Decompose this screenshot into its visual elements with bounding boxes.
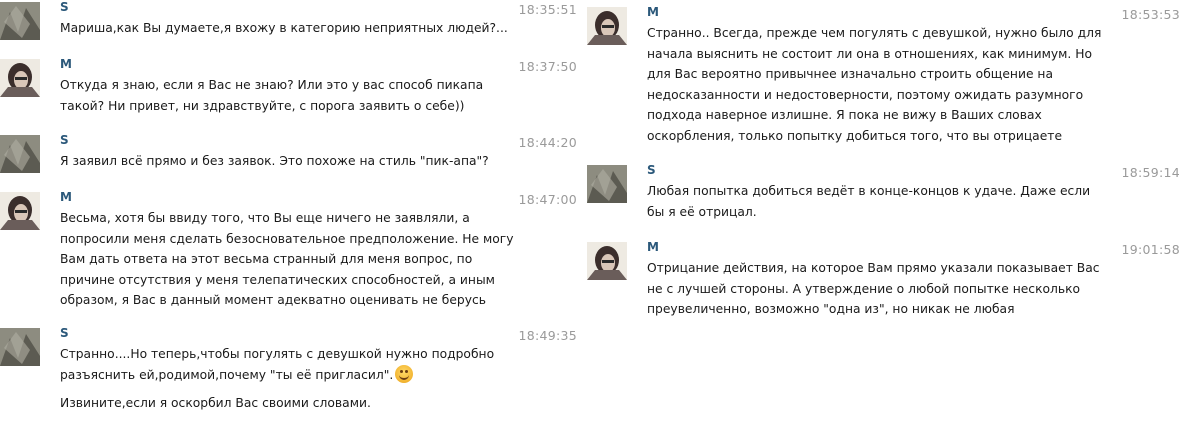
message-author[interactable]: M: [647, 5, 659, 19]
message-line: бы я её отрицал.: [647, 202, 1090, 223]
message-timestamp: 19:01:58: [1121, 242, 1180, 257]
message-line-text: Откуда я знаю, если я Вас не знаю? Или э…: [60, 78, 484, 92]
message-line-text: Мариша,как Вы думаете,я вхожу в категори…: [60, 21, 508, 35]
message-timestamp: 18:44:20: [518, 135, 577, 150]
message-line-text: образом, я Вас в данный момент адекватно…: [60, 293, 486, 307]
message-line: разъяснить ей,родимой,почему "ты её приг…: [60, 364, 494, 386]
message-text: Странно.. Всегда, прежде чем погулять с …: [647, 23, 1101, 146]
message-author[interactable]: M: [60, 57, 72, 71]
message-text: Отрицание действия, на которое Вам прямо…: [647, 258, 1100, 320]
avatar[interactable]: [587, 242, 627, 280]
message-line: недосказанности и недостоверности, поэто…: [647, 85, 1101, 106]
message-author[interactable]: S: [60, 133, 69, 147]
message-line: оскорбления, только попытку добиться тог…: [647, 126, 1101, 147]
message-line: Откуда я знаю, если я Вас не знаю? Или э…: [60, 75, 483, 96]
message-line: начала выяснить не состоит ли она в отно…: [647, 44, 1101, 65]
message-line: Странно.. Всегда, прежде чем погулять с …: [647, 23, 1101, 44]
message-line: Я заявил всё прямо и без заявок. Это пох…: [60, 151, 489, 172]
message-line: Весьма, хотя бы ввиду того, что Вы еще н…: [60, 208, 514, 229]
message-line: Странно....Но теперь,чтобы погулять с де…: [60, 344, 494, 365]
message-line: попросили меня сделать безосновательное …: [60, 229, 514, 250]
message-line-text: причине отсутствия у меня телепатических…: [60, 272, 495, 287]
message-author[interactable]: S: [60, 326, 69, 340]
message-timestamp: 18:53:53: [1121, 7, 1180, 22]
message-text: Откуда я знаю, если я Вас не знаю? Или э…: [60, 75, 483, 116]
message-line: преувеличенно, возможно "одна из", но ни…: [647, 299, 1100, 320]
avatar[interactable]: [0, 192, 40, 230]
message-line: образом, я Вас в данный момент адекватно…: [60, 290, 514, 311]
message-text: Я заявил всё прямо и без заявок. Это пох…: [60, 151, 489, 172]
message-text: Любая попытка добиться ведёт в конце-кон…: [647, 181, 1090, 222]
message-line-text: для Вас вероятно привычнее изначально ст…: [647, 67, 1054, 81]
message-timestamp: 18:35:51: [518, 2, 577, 17]
message-line: Любая попытка добиться ведёт в конце-кон…: [647, 181, 1090, 202]
message-line-text: оскорбления, только попытку добиться тог…: [647, 128, 1063, 143]
avatar[interactable]: [587, 7, 627, 45]
message-line-text: недосказанности и недостоверности, поэто…: [647, 87, 1084, 102]
message-line-text: попросили меня сделать безосновательное …: [60, 231, 514, 246]
message-text: Мариша,как Вы думаете,я вхожу в категори…: [60, 18, 508, 39]
message-line-text: Весьма, хотя бы ввиду того, что Вы еще н…: [60, 211, 470, 225]
avatar[interactable]: [0, 2, 40, 40]
message-line-text: подхода наверное излишне. Я пока не вижу…: [647, 108, 1042, 122]
message-line-text: разъяснить ей,родимой,почему "ты её приг…: [60, 367, 394, 382]
message-line: причине отсутствия у меня телепатических…: [60, 270, 514, 291]
avatar[interactable]: [0, 135, 40, 173]
message-author[interactable]: M: [647, 240, 659, 254]
message-timestamp: 18:37:50: [518, 59, 577, 74]
message-line: не с лучшей стороны. А утверждение о люб…: [647, 279, 1100, 300]
avatar[interactable]: [0, 59, 40, 97]
message-timestamp: 18:49:35: [518, 328, 577, 343]
message-author[interactable]: M: [60, 190, 72, 204]
message-line-text: Извините,если я оскорбил Вас своими слов…: [60, 396, 371, 410]
message-timestamp: 18:59:14: [1121, 165, 1180, 180]
message-line-text: начала выяснить не состоит ли она в отно…: [647, 46, 1092, 61]
message-author[interactable]: S: [60, 0, 69, 14]
message-timestamp: 18:47:00: [518, 192, 577, 207]
message-line: Вам дать ответа на этот весьма странный …: [60, 249, 514, 270]
message-text: Весьма, хотя бы ввиду того, что Вы еще н…: [60, 208, 514, 311]
message-line-text: не с лучшей стороны. А утверждение о люб…: [647, 281, 1081, 296]
avatar[interactable]: [0, 328, 40, 366]
message-line-text: Отрицание действия, на которое Вам прямо…: [647, 261, 1100, 275]
message-line-text: преувеличенно, возможно "одна из", но ни…: [647, 302, 1015, 316]
message-line-text: Странно....Но теперь,чтобы погулять с де…: [60, 347, 495, 361]
message-line: такой? Ни привет, ни здравствуйте, с пор…: [60, 96, 483, 117]
message-line: Мариша,как Вы думаете,я вхожу в категори…: [60, 18, 508, 39]
message-text: Странно....Но теперь,чтобы погулять с де…: [60, 344, 494, 414]
message-line: для Вас вероятно привычнее изначально ст…: [647, 64, 1101, 85]
message-line: подхода наверное излишне. Я пока не вижу…: [647, 105, 1101, 126]
message-author[interactable]: S: [647, 163, 656, 177]
message-line-text: такой? Ни привет, ни здравствуйте, с пор…: [60, 98, 465, 113]
message-line: Отрицание действия, на которое Вам прямо…: [647, 258, 1100, 279]
smile-emoji-icon: [395, 364, 414, 383]
message-line-text: Вам дать ответа на этот весьма странный …: [60, 252, 473, 266]
avatar[interactable]: [587, 165, 627, 203]
message-line-text: Любая попытка добиться ведёт в конце-кон…: [647, 184, 1091, 198]
message-line-text: бы я её отрицал.: [647, 204, 757, 219]
message-line-text: Я заявил всё прямо и без заявок. Это пох…: [60, 154, 489, 168]
message-line-text: Странно.. Всегда, прежде чем погулять с …: [647, 26, 1102, 40]
